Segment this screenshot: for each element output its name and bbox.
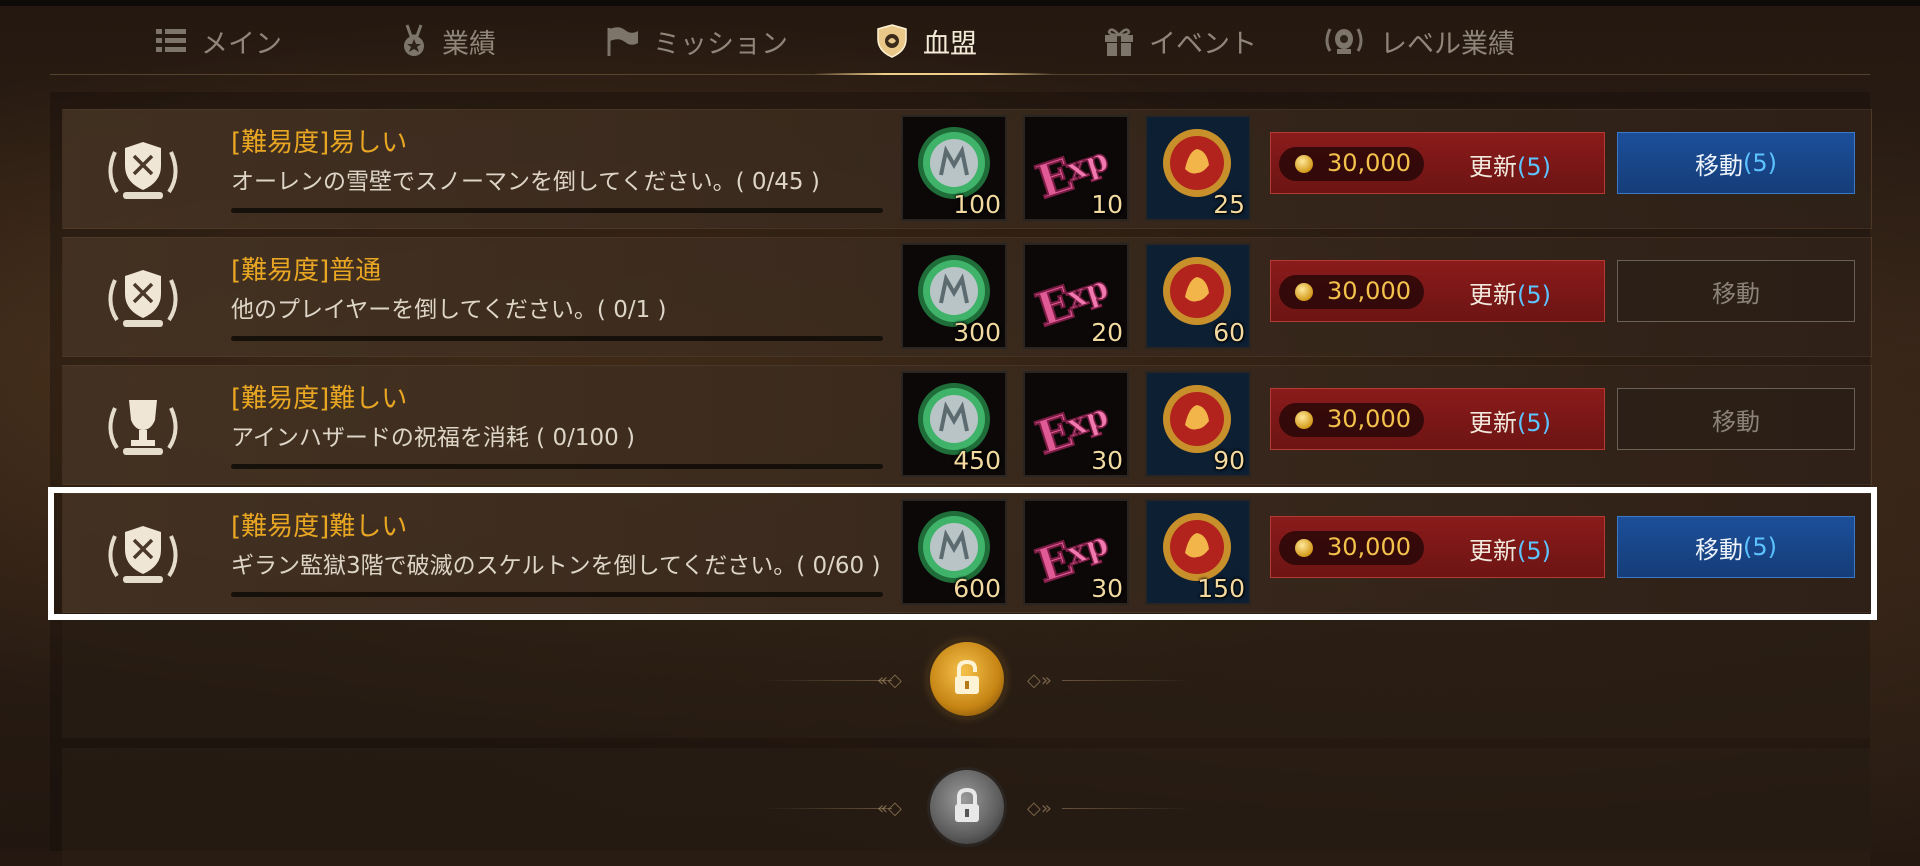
refresh-cost: 30,000 xyxy=(1327,277,1411,305)
divider xyxy=(1062,808,1192,809)
lock-icon xyxy=(955,787,979,822)
reward-amount: 90 xyxy=(1213,446,1245,475)
progress-bar xyxy=(231,336,883,341)
divider xyxy=(762,680,892,681)
cost-pill: 30,000 xyxy=(1279,275,1424,309)
selected-row-highlight xyxy=(48,487,1877,620)
arrow-left-icon: «◇ xyxy=(877,670,902,691)
tab-label: メイン xyxy=(201,28,282,60)
refresh-count: (5) xyxy=(1517,153,1551,181)
top-bar xyxy=(0,0,1920,6)
refresh-cost: 30,000 xyxy=(1327,405,1411,433)
flag-icon xyxy=(607,27,638,56)
tab-label: イベント xyxy=(1149,28,1257,60)
adena-coin-icon xyxy=(1295,411,1313,429)
tab-label: 業績 xyxy=(442,28,496,60)
reward-amount: 300 xyxy=(953,318,1001,347)
lock-icon xyxy=(955,659,979,694)
refresh-label: 更新(5) xyxy=(1469,275,1551,310)
clan-shield-icon xyxy=(877,24,907,58)
cost-pill: 30,000 xyxy=(1279,403,1424,437)
tab-main[interactable]: メイン xyxy=(155,8,282,74)
refresh-button[interactable]: 30,000 更新(5) xyxy=(1270,388,1605,450)
move-button[interactable]: 移動 (5) xyxy=(1617,132,1855,194)
reward-slot[interactable]: 60 xyxy=(1145,243,1251,349)
reward-slot[interactable]: 300 xyxy=(901,243,1007,349)
arrow-right-icon: ◇» xyxy=(1027,670,1052,691)
refresh-text: 更新 xyxy=(1469,281,1517,309)
refresh-text: 更新 xyxy=(1469,409,1517,437)
move-button[interactable]: 移動 xyxy=(1617,260,1855,322)
active-tab-indicator xyxy=(813,73,1053,75)
reward-slot[interactable]: Exp 30 xyxy=(1023,371,1129,477)
refresh-count: (5) xyxy=(1517,281,1551,309)
reward-amount: 30 xyxy=(1091,446,1123,475)
progress-bar xyxy=(231,464,883,469)
mission-description: アインハザードの祝福を消耗 ( 0/100 ) xyxy=(231,425,636,451)
laurel-icon xyxy=(1325,28,1363,54)
refresh-text: 更新 xyxy=(1469,153,1517,181)
divider xyxy=(762,808,892,809)
cost-pill: 30,000 xyxy=(1279,147,1424,181)
unlock-button[interactable] xyxy=(930,642,1004,716)
tab-level-achievements[interactable]: レベル業績 xyxy=(1322,8,1515,74)
reward-amount: 450 xyxy=(953,446,1001,475)
adena-coin-icon xyxy=(1295,155,1313,173)
tab-label: レベル業績 xyxy=(1380,28,1515,60)
difficulty-label: [難易度]難しい xyxy=(231,384,408,414)
mission-row: [難易度]易しい オーレンの雪壁でスノーマンを倒してください。( 0/45 ) … xyxy=(62,109,1872,229)
tab-label: 血盟 xyxy=(923,28,977,60)
adena-coin-icon xyxy=(1295,283,1313,301)
mission-row: [難易度]難しい アインハザードの祝福を消耗 ( 0/100 ) 450 Exp… xyxy=(62,365,1872,485)
tab-clan[interactable]: 血盟 xyxy=(875,8,977,74)
reward-slot[interactable]: 90 xyxy=(1145,371,1251,477)
reward-slot[interactable]: 450 xyxy=(901,371,1007,477)
reward-slot[interactable]: 25 xyxy=(1145,115,1251,221)
reward-amount: 60 xyxy=(1213,318,1245,347)
locked-slot: «◇ ◇» xyxy=(62,748,1870,866)
move-text: 移動 xyxy=(1712,407,1760,436)
refresh-label: 更新(5) xyxy=(1469,147,1551,182)
locked-slot: «◇ ◇» xyxy=(62,620,1870,738)
tab-missions[interactable]: ミッション xyxy=(605,8,788,74)
refresh-button[interactable]: 30,000 更新(5) xyxy=(1270,260,1605,322)
mission-row: [難易度]普通 他のプレイヤーを倒してください。( 0/1 ) 300 Exp … xyxy=(62,237,1872,357)
refresh-count: (5) xyxy=(1517,409,1551,437)
refresh-label: 更新(5) xyxy=(1469,403,1551,438)
mission-description: オーレンの雪壁でスノーマンを倒してください。( 0/45 ) xyxy=(231,169,820,195)
reward-slot[interactable]: Exp 20 xyxy=(1023,243,1129,349)
trophy-laurel-icon xyxy=(108,400,178,455)
divider xyxy=(1062,680,1192,681)
refresh-button[interactable]: 30,000 更新(5) xyxy=(1270,132,1605,194)
mission-description: 他のプレイヤーを倒してください。( 0/1 ) xyxy=(231,297,667,323)
tab-event[interactable]: イベント xyxy=(1103,8,1257,74)
tab-achievements[interactable]: 業績 xyxy=(400,8,496,74)
gift-icon xyxy=(1105,28,1133,56)
tab-bar: メイン 業績 ミッション 血盟 イベント レベル業績 xyxy=(50,8,1870,75)
reward-amount: 20 xyxy=(1091,318,1123,347)
move-count: (5) xyxy=(1743,149,1777,177)
shield-laurel-icon xyxy=(108,270,178,327)
medal-icon xyxy=(404,24,424,56)
refresh-cost: 30,000 xyxy=(1327,149,1411,177)
difficulty-label: [難易度]普通 xyxy=(231,256,382,286)
unlock-button[interactable] xyxy=(930,770,1004,844)
reward-amount: 100 xyxy=(953,190,1001,219)
tab-label: ミッション xyxy=(653,28,788,60)
arrow-right-icon: ◇» xyxy=(1027,798,1052,819)
move-button[interactable]: 移動 xyxy=(1617,388,1855,450)
reward-slot[interactable]: Exp 10 xyxy=(1023,115,1129,221)
difficulty-label: [難易度]易しい xyxy=(231,128,408,158)
arrow-left-icon: «◇ xyxy=(877,798,902,819)
progress-bar xyxy=(231,208,883,213)
move-text: 移動 xyxy=(1695,151,1743,180)
move-text: 移動 xyxy=(1712,279,1760,308)
reward-amount: 25 xyxy=(1213,190,1245,219)
reward-amount: 10 xyxy=(1091,190,1123,219)
shield-laurel-icon xyxy=(108,142,178,199)
reward-slot[interactable]: 100 xyxy=(901,115,1007,221)
list-icon xyxy=(156,29,186,52)
